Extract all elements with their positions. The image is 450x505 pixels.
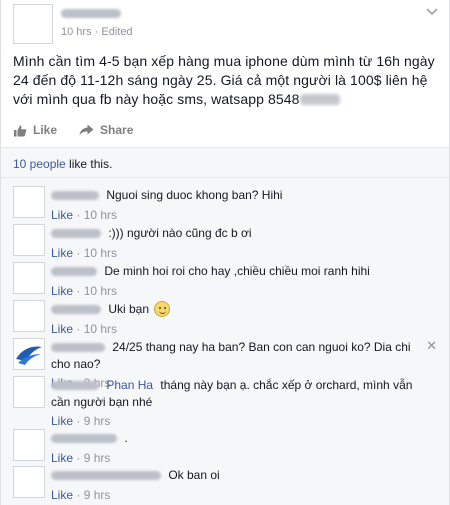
commenter-avatar[interactable] (13, 376, 45, 408)
comment-text: Nguoi sing duoc khong ban? Hihi (106, 188, 283, 202)
comment-text: De minh hoi roi cho hay ,chiều chiều moi… (104, 264, 370, 278)
feed-post: 10 hrs · Edited Mình cần tìm 4-5 bạn xếp… (0, 0, 450, 505)
comment-text: . (124, 431, 128, 445)
comment-like-link[interactable]: Like (51, 208, 73, 222)
likes-summary: 10 people like this. (1, 147, 449, 177)
commenter-avatar[interactable] (13, 338, 45, 370)
commenter-name-blurred[interactable] (51, 431, 117, 447)
commenter-avatar[interactable] (13, 466, 45, 498)
comments-section: Nguoi sing duoc khong ban? Hihi Like · 1… (1, 177, 449, 505)
mentioned-user-link[interactable]: Phan Ha (106, 378, 153, 392)
commenter-name-blurred[interactable] (51, 378, 99, 394)
comment-like-link[interactable]: Like (51, 284, 73, 298)
commenter-name-blurred[interactable] (51, 188, 99, 204)
meta-separator: · (73, 322, 84, 336)
like-button[interactable]: Like (13, 123, 57, 137)
meta-separator: · (73, 246, 84, 260)
smile-emoji-icon (154, 301, 171, 317)
comment-meta: Like · 10 hrs (51, 207, 431, 223)
share-arrow-icon (79, 124, 94, 136)
comment-meta: Like · 10 hrs (51, 245, 431, 261)
commenter-avatar[interactable] (13, 300, 45, 332)
comment-text: Ok ban oi (168, 468, 220, 482)
commenter-name-blurred[interactable] (51, 468, 161, 484)
author-avatar[interactable] (13, 4, 53, 44)
comment-like-link[interactable]: Like (51, 488, 73, 502)
commenter-avatar[interactable] (13, 186, 45, 218)
meta-separator: · (73, 284, 84, 298)
meta-separator: · (73, 414, 84, 428)
comment-meta: Like · 9 hrs (51, 450, 431, 466)
like-label: Like (33, 123, 58, 137)
comment-like-link[interactable]: Like (51, 451, 73, 465)
thumbs-up-icon (14, 124, 27, 136)
meta-separator: · (73, 488, 84, 502)
comment-time[interactable]: 10 hrs (84, 322, 117, 336)
comment-time[interactable]: 9 hrs (84, 451, 111, 465)
comment-time[interactable]: 10 hrs (84, 208, 117, 222)
post-edited-label[interactable]: Edited (101, 26, 132, 38)
comment-text: :))) người nào cũng đc b ơi (108, 226, 252, 240)
likes-count-link[interactable]: 10 people (13, 157, 66, 171)
comment-meta: Like · 9 hrs (51, 413, 431, 429)
blue-logo-icon (16, 346, 42, 365)
share-button[interactable]: Share (79, 123, 133, 137)
chevron-down-icon[interactable] (425, 6, 439, 16)
commenter-name-blurred[interactable] (51, 302, 101, 318)
comment-time[interactable]: 10 hrs (84, 284, 117, 298)
commenter-name-blurred[interactable] (51, 226, 101, 242)
close-icon[interactable]: ✕ (426, 339, 437, 352)
comment-time[interactable]: 9 hrs (84, 488, 111, 502)
comment-time[interactable]: 10 hrs (84, 246, 117, 260)
post-body: Mình cần tìm 4-5 bạn xếp hàng mua iphone… (13, 52, 439, 109)
comment-time[interactable]: 9 hrs (84, 414, 111, 428)
commenter-avatar[interactable] (13, 224, 45, 256)
post-timestamp[interactable]: 10 hrs (61, 26, 92, 38)
meta-separator: · (91, 26, 102, 38)
post-text: Mình cần tìm 4-5 bạn xếp hàng mua iphone… (13, 53, 435, 107)
comment-meta: Like · 10 hrs (51, 321, 431, 337)
commenter-avatar[interactable] (13, 262, 45, 294)
post-actions: Like Share (13, 119, 155, 141)
share-label: Share (100, 123, 134, 137)
meta-separator: · (73, 208, 84, 222)
commenter-name-blurred[interactable] (51, 264, 97, 280)
post-meta: 10 hrs · Edited (61, 26, 133, 38)
meta-separator: · (73, 451, 84, 465)
likes-suffix: like this. (65, 157, 113, 171)
comment-like-link[interactable]: Like (51, 246, 73, 260)
comment-text: Uki bạn (108, 302, 150, 316)
commenter-avatar[interactable] (13, 429, 45, 461)
author-name-blurred[interactable] (61, 5, 125, 21)
comment-like-link[interactable]: Like (51, 322, 73, 336)
comment-like-link[interactable]: Like (51, 414, 73, 428)
redacted-phone-digits (299, 94, 340, 105)
commenter-name-blurred[interactable] (51, 340, 105, 356)
comment-meta: Like · 9 hrs (51, 487, 431, 503)
comment-meta: Like · 10 hrs (51, 283, 431, 299)
